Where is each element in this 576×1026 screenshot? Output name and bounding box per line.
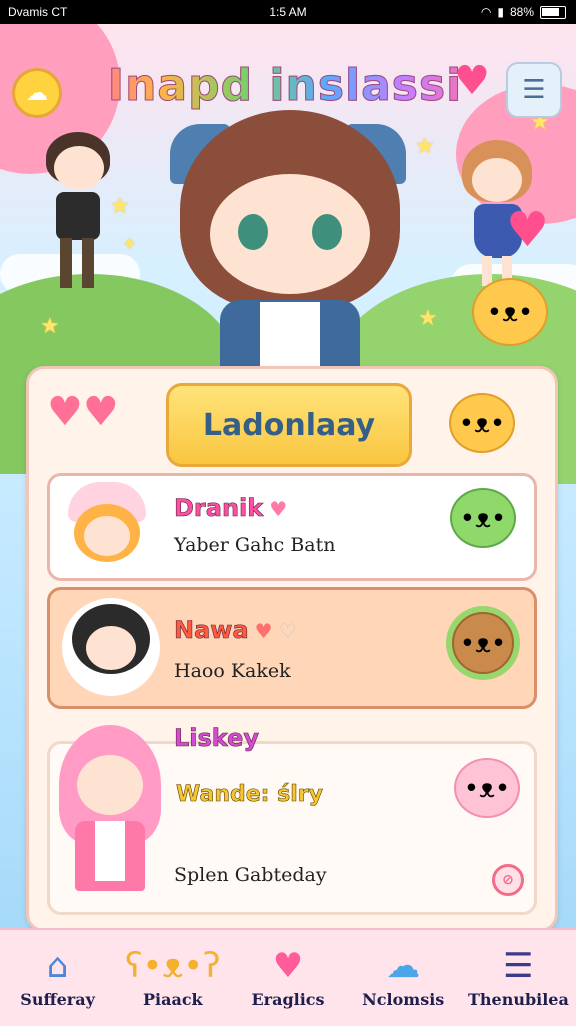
wifi-icon: ◠ [480,5,492,19]
heart-icon: ♥ [272,945,304,986]
status-bar: Dvamis CT 1:5 AM ◠ ▮ 88% [0,0,576,24]
entry-name-text: Nawa [174,616,249,645]
nav-label: Sufferay [20,989,95,1009]
entry-name-text: Dranik [174,494,264,523]
leaderboard-entry[interactable]: Nawa ♥ ♡ Haoo Kakek •ᴥ• [47,587,537,709]
heart-icon: ♥ [454,58,490,104]
entry-name: Nawa ♥ ♡ [174,616,297,645]
battery-icon [540,5,566,19]
heart-pillow-icon: ♥ [506,202,550,258]
bear-badge-icon: •ᴥ• [450,488,516,548]
nav-item-nclomsis[interactable]: ☁ Nclomsis [346,930,461,1026]
chat-icon: ☁ [386,945,421,986]
list-icon: ☰ [503,945,534,986]
bear-badge-icon: •ᴥ• [454,758,520,818]
nav-label: Thenubilea [467,989,569,1009]
block-icon[interactable]: ⊘ [492,864,524,896]
nav-label: Piaack [142,989,203,1009]
avatar [60,480,154,574]
character-boy [38,132,118,292]
nav-item-thenubilea[interactable]: ☰ Thenubilea [461,930,576,1026]
back-button[interactable]: ☁ [12,68,62,118]
app-title: Inapd inslassi [80,60,490,112]
entry-subtitle: Yaber Gahc Batn [174,534,336,556]
leaderboard-button[interactable]: Ladonlaay [166,383,412,467]
heart-outline-icon: ♡ [278,619,297,643]
bear-badge-icon: •ᴥ• [452,612,514,674]
nav-item-eraglics[interactable]: ♥ Eraglics [230,930,345,1026]
leaderboard-entry[interactable]: Dranik ♥ Yaber Gahc Batn •ᴥ• [47,473,537,581]
speech-bubble-icon: ☁ [26,80,48,106]
bottom-nav: ⌂ Sufferay ʕ•ᴥ•ʔ Piaack ♥ Eraglics ☁ Ncl… [0,928,576,1026]
star-icon: ✦ [122,234,138,255]
entry-name: Liskey [174,724,260,753]
status-icons: ◠ ▮ 88% [481,5,566,19]
entry-subtitle: Splen Gabteday [174,864,327,886]
hamburger-icon: ☰ [522,75,546,105]
heart-icon: ♥ [269,497,288,521]
hero-character [160,104,420,390]
nav-label: Eraglics [251,989,325,1009]
bear-icon: ʕ•ᴥ•ʔ [125,945,221,986]
star-icon: ★ [40,314,60,339]
leaderboard-panel: ♥♥ Ladonlaay •ᴥ• Dranik ♥ Yaber Gahc Batn… [26,366,558,932]
avatar [55,725,165,905]
entry-subtitle: Haoo Kakek [174,660,291,682]
signal-icon: ▮ [497,5,504,19]
nav-item-piaack[interactable]: ʕ•ᴥ•ʔ Piaack [115,930,230,1026]
entry-name: Dranik ♥ [174,494,288,523]
battery-percent: 88% [509,5,534,19]
heart-icon: ♥ [254,619,273,643]
bear-mascot-icon: •ᴥ• [449,393,515,453]
entry-extra: Wande: ślry [176,782,324,808]
bear-mascot-icon: •ᴥ• [472,278,548,346]
avatar [62,598,160,696]
hearts-icon: ♥♥ [47,389,119,435]
nav-label: Nclomsis [362,989,445,1009]
nav-item-sufferay[interactable]: ⌂ Sufferay [0,930,115,1026]
entry-name-text: Liskey [174,724,260,753]
menu-button[interactable]: ☰ [506,62,562,118]
star-icon: ★ [418,306,438,331]
house-icon: ⌂ [46,945,69,986]
